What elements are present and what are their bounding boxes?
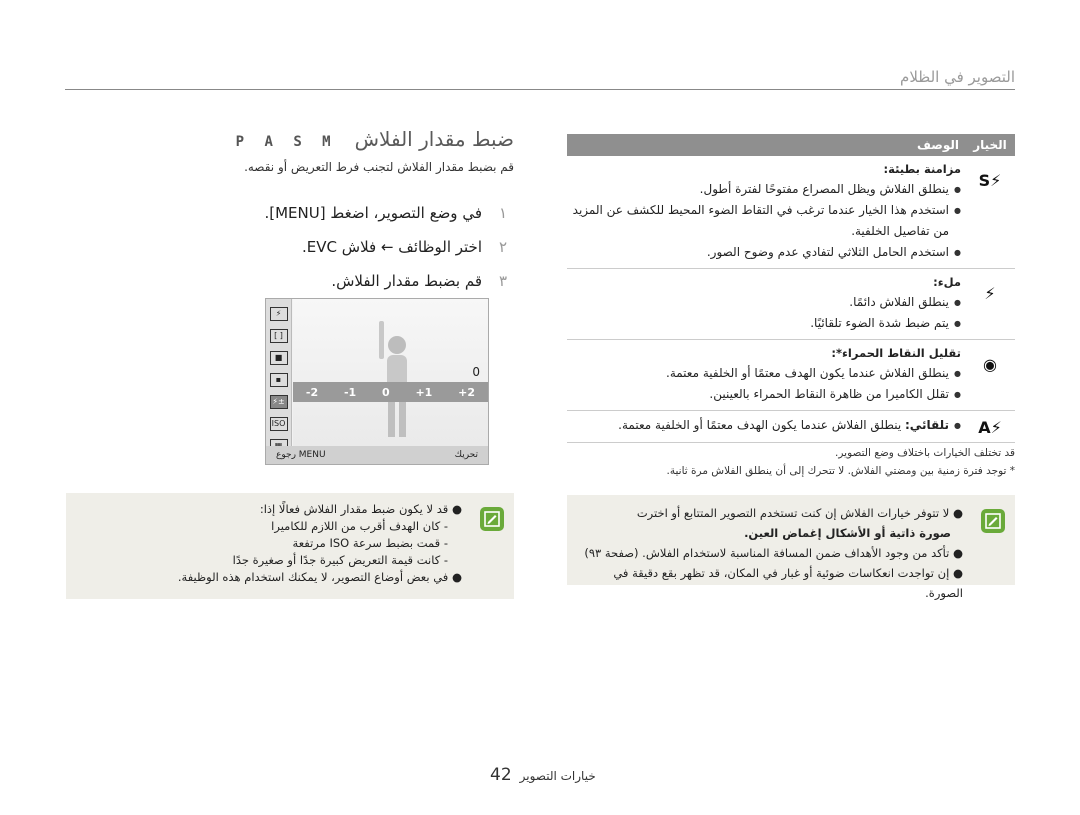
list-item: استخدم هذا الخيار عندما ترغب في التقاط ا… (567, 200, 961, 242)
note-box-right: ● لا تتوفر خيارات الفلاش إن كنت تستخدم ا… (567, 495, 1015, 600)
note-dash: - كانت قيمة التعريض كبيرة جدًا أو صغيرة … (232, 553, 448, 567)
list-item: ينطلق الفلاش ويظل المصراع مفتوحًا لفترة … (567, 179, 961, 200)
step-item: ١ في وضع التصوير، اضغط [MENU]. (66, 196, 514, 230)
column-description: الوصف (916, 138, 959, 152)
metering-icon: ■ (269, 351, 288, 365)
note-line: ● في بعض أوضاع التصوير، لا يمكنك استخدام… (177, 570, 462, 584)
note-text: لا تتوفر خيارات الفلاش إن كنت تستخدم الت… (636, 506, 950, 520)
page-header-title: التصوير في الظلام (900, 68, 1015, 86)
footnote: قد تختلف الخيارات باختلاف وضع التصوير. (835, 447, 1015, 459)
footnotes: قد تختلف الخيارات باختلاف وضع التصوير. *… (567, 444, 1015, 480)
list-item: تقلل الكاميرا من ظاهرة النقاط الحمراء با… (567, 384, 961, 405)
mode-badges: P A S M (235, 134, 337, 150)
flash-ev-value: 0 (472, 365, 480, 379)
table-row: ⚡A تلقائي: ينطلق الفلاش عندما يكون الهدف… (567, 411, 1015, 443)
table-row: ◉ تقليل النقاط الحمراء*: ينطلق الفلاش عن… (567, 340, 1015, 411)
step-item: ٢ اختر الوظائف ← فلاش EVC. (66, 230, 514, 264)
table-row: ⚡S مزامنة بطيئة: ينطلق الفلاش ويظل المصر… (567, 156, 1015, 269)
step-number: ٢ (498, 238, 508, 256)
flash-off-icon: ⚡ (269, 307, 288, 321)
spot-icon: ▪ (269, 373, 288, 387)
flash-slow-sync-icon: ⚡S (978, 170, 1002, 190)
camera-side-menu: ⚡ [ ] ■ ▪ ⚡± ISO ▦ (266, 299, 292, 464)
row-subtitle: ملء: (933, 275, 961, 289)
row-text: ينطلق الفلاش عندما يكون الهدف معتمًا أو … (618, 418, 902, 432)
red-eye-icon: ◉ (983, 354, 997, 374)
step-text: اختر الوظائف ← فلاش EVC. (301, 238, 482, 256)
list-item: ينطلق الفلاش دائمًا. (567, 292, 961, 313)
iso-icon: ISO (269, 417, 288, 431)
row-subtitle: مزامنة بطيئة: (883, 162, 962, 176)
back-label: MENU رجوع (276, 450, 326, 460)
footnote: * توجد فترة زمنية بين ومضتي الفلاش. لا ت… (666, 465, 1015, 477)
focus-icon: [ ] (269, 329, 288, 343)
table-row: ⚡ ملء: ينطلق الفلاش دائمًا. يتم ضبط شدة … (567, 269, 1015, 340)
row-subtitle: تلقائي: (905, 418, 949, 432)
child-figure (379, 321, 407, 437)
steps-list: ١ في وضع التصوير، اضغط [MENU]. ٢ اختر الوظ… (66, 196, 514, 298)
note-text: في بعض أوضاع التصوير، لا يمكنك استخدام ه… (177, 570, 449, 584)
row-subtitle: تقليل النقاط الحمراء*: (831, 346, 961, 360)
scale-tick: -2 (305, 385, 319, 399)
note-icon (480, 507, 504, 531)
note-text: قمت بضبط سرعة ISO مرتفعة (292, 536, 441, 550)
camera-footer: تحريك MENU رجوع (266, 446, 488, 464)
section-title: ضبط مقدار الفلاش (354, 127, 514, 151)
flash-options-table: الخيار الوصف ⚡S مزامنة بطيئة: ينطلق الفل… (567, 134, 1015, 443)
step-item: ٣ قم بضبط مقدار الفلاش. (66, 264, 514, 298)
move-label: تحريك (454, 450, 478, 460)
scale-tick: +2 (458, 385, 476, 399)
note-text: إن تواجدت انعكاسات ضوئية أو غبار في المك… (613, 566, 963, 600)
note-icon (981, 509, 1005, 533)
note-line: ● تأكد من وجود الأهداف ضمن المسافة المنا… (584, 546, 963, 560)
note-line: ● لا تتوفر خيارات الفلاش إن كنت تستخدم ا… (636, 506, 963, 520)
note-subtitle: صورة ذاتية أو الأشكال إغماض العين. (744, 526, 951, 540)
note-line: ● قد لا يكون ضبط مقدار الفلاش فعالًا إذا… (259, 502, 462, 516)
flash-ev-icon: ⚡± (269, 395, 288, 409)
section-title-row: ضبط مقدار الفلاش P A S M (236, 127, 514, 151)
scale-tick: 0 (382, 385, 390, 399)
note-text: تأكد من وجود الأهداف ضمن المسافة المناسب… (584, 546, 950, 560)
table-header: الخيار الوصف (567, 134, 1015, 156)
page-number: 42 (490, 765, 512, 785)
scale-tick: +1 (415, 385, 433, 399)
camera-screen-illustration: ⚡ [ ] ■ ▪ ⚡± ISO ▦ 0 -2 -1 0 +1 +2 تحريك… (265, 298, 489, 465)
footer-label: خيارات التصوير (519, 769, 596, 783)
note-box-left: ● قد لا يكون ضبط مقدار الفلاش فعالًا إذا… (66, 493, 514, 599)
header-rule (65, 89, 1015, 90)
flash-auto-icon: ⚡A (978, 417, 1002, 437)
column-option: الخيار (973, 138, 1007, 152)
list-item: ينطلق الفلاش عندما يكون الهدف معتمًا أو … (567, 363, 961, 384)
note-dash: - قمت بضبط سرعة ISO مرتفعة (292, 536, 448, 550)
list-item: استخدم الحامل الثلاثي لتفادي عدم وضوح ال… (567, 242, 961, 263)
note-text: كانت قيمة التعريض كبيرة جدًا أو صغيرة جد… (232, 553, 441, 567)
list-item: يتم ضبط شدة الضوء تلقائيًا. (567, 313, 961, 334)
step-number: ٣ (498, 272, 508, 290)
flash-on-icon: ⚡ (984, 283, 996, 303)
note-dash: - كان الهدف أقرب من اللازم للكاميرا (271, 519, 448, 533)
section-description: قم بضبط مقدار الفلاش لتجنب فرط التعريض أ… (244, 160, 514, 174)
note-text: قد لا يكون ضبط مقدار الفلاش فعالًا إذا: (259, 502, 449, 516)
step-number: ١ (498, 204, 508, 222)
note-text: كان الهدف أقرب من اللازم للكاميرا (271, 519, 441, 533)
camera-preview (293, 299, 488, 446)
flash-ev-scale: -2 -1 0 +1 +2 (293, 382, 488, 402)
step-text: في وضع التصوير، اضغط [MENU]. (264, 204, 482, 222)
note-line: ● إن تواجدت انعكاسات ضوئية أو غبار في ال… (613, 566, 963, 600)
scale-tick: -1 (343, 385, 357, 399)
page-footer: خيارات التصوير 42 (490, 765, 596, 785)
step-text: قم بضبط مقدار الفلاش. (331, 272, 482, 290)
list-item: تلقائي: ينطلق الفلاش عندما يكون الهدف مع… (567, 415, 961, 436)
